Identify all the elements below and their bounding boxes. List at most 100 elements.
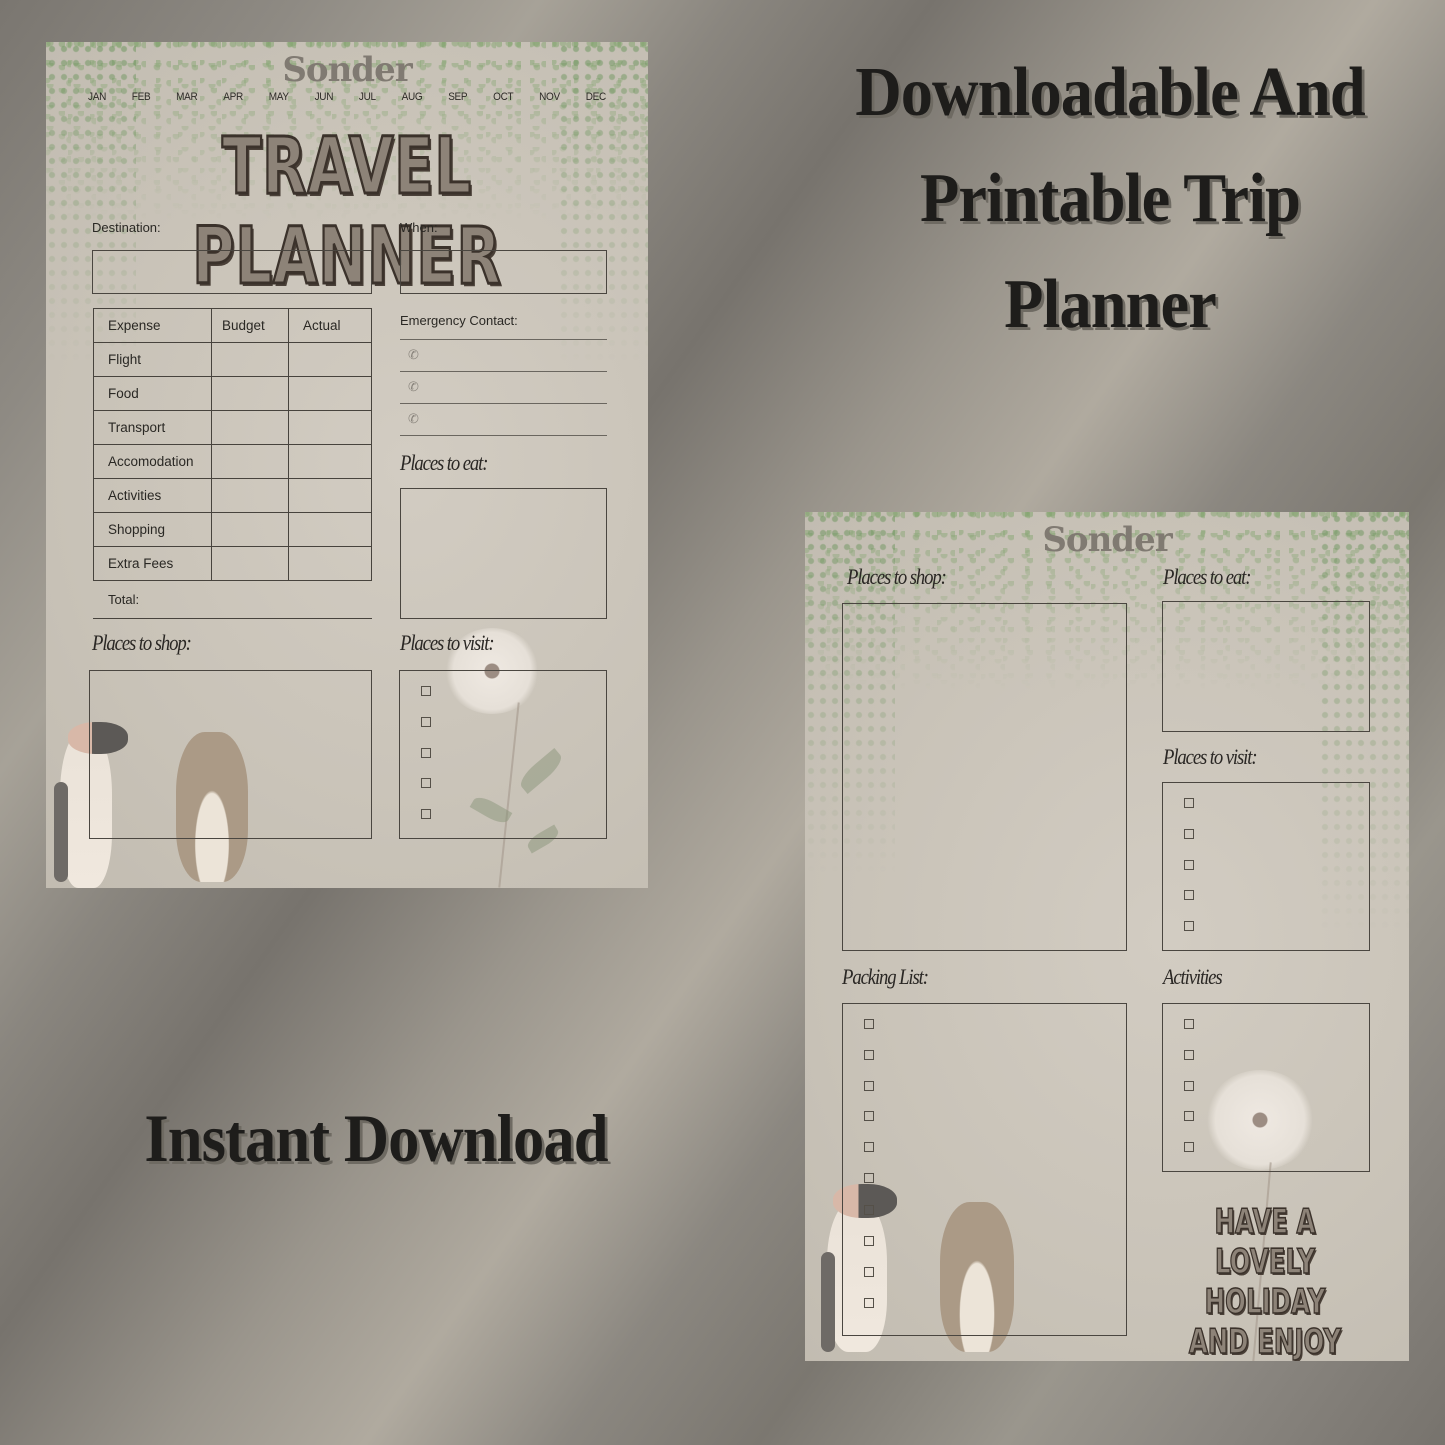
checkbox[interactable]: [864, 1111, 874, 1121]
budget-cell[interactable]: [211, 512, 289, 547]
phone-icon: ✆: [408, 411, 419, 426]
phone-icon: ✆: [408, 379, 419, 394]
column-header-budget: Budget: [211, 308, 289, 343]
checkbox[interactable]: [1184, 1019, 1194, 1029]
checkbox[interactable]: [1184, 1111, 1194, 1121]
table-header-row: Expense Budget Actual: [93, 308, 372, 343]
month-label[interactable]: AUG: [402, 91, 423, 103]
table-row: Activities: [93, 478, 372, 513]
checkbox[interactable]: [864, 1205, 874, 1215]
places-to-eat-field[interactable]: [400, 488, 607, 619]
checkbox[interactable]: [1184, 860, 1194, 870]
places-to-eat-field[interactable]: [1162, 601, 1370, 732]
expense-name: Food: [93, 376, 212, 411]
month-label[interactable]: JAN: [88, 91, 106, 103]
activities-label: Activities: [1163, 964, 1223, 989]
headline: Downloadable And Printable Trip Planner: [816, 40, 1405, 358]
checkbox[interactable]: [864, 1173, 874, 1183]
month-label[interactable]: JUN: [315, 91, 334, 103]
table-row: Accomodation: [93, 444, 372, 479]
actual-cell[interactable]: [288, 376, 372, 411]
checkbox[interactable]: [864, 1050, 874, 1060]
total-label: Total:: [108, 592, 140, 607]
checkbox[interactable]: [1184, 798, 1194, 808]
contact-line[interactable]: [400, 403, 607, 404]
checkbox[interactable]: [421, 686, 431, 696]
expense-name: Transport: [93, 410, 212, 445]
checkbox[interactable]: [864, 1298, 874, 1308]
checkbox[interactable]: [1184, 921, 1194, 931]
checkbox[interactable]: [864, 1142, 874, 1152]
actual-cell[interactable]: [288, 546, 372, 581]
checkbox[interactable]: [421, 717, 431, 727]
contact-line[interactable]: [400, 435, 607, 436]
budget-cell[interactable]: [211, 342, 289, 377]
expense-name: Extra Fees: [93, 546, 212, 581]
brand-logo: Sonder: [1042, 520, 1172, 560]
expense-name: Flight: [93, 342, 212, 377]
month-label[interactable]: MAY: [269, 91, 289, 103]
destination-field[interactable]: [92, 250, 372, 294]
emergency-contact-label: Emergency Contact:: [400, 313, 518, 328]
table-row: Food: [93, 376, 372, 411]
checkbox[interactable]: [864, 1081, 874, 1091]
month-label[interactable]: NOV: [539, 91, 560, 103]
month-label[interactable]: JUL: [359, 91, 376, 103]
table-row: Shopping: [93, 512, 372, 547]
budget-cell[interactable]: [211, 546, 289, 581]
expense-name: Accomodation: [93, 444, 212, 479]
phone-icon: ✆: [408, 347, 419, 362]
when-field[interactable]: [400, 250, 607, 294]
greeting-text: HAVE A LOVELY HOLIDAY AND ENJOY IT!: [1171, 1201, 1358, 1361]
brand-logo: Sonder: [282, 50, 412, 90]
actual-cell[interactable]: [288, 410, 372, 445]
destination-label: Destination:: [92, 220, 161, 235]
actual-cell[interactable]: [288, 342, 372, 377]
table-row: Extra Fees: [93, 546, 372, 581]
travel-planner-page-2: Sonder Places to shop: Places to eat: Pl…: [805, 512, 1409, 1361]
table-row: Flight: [93, 342, 372, 377]
when-label: When:: [400, 220, 438, 235]
month-label[interactable]: DEC: [586, 91, 607, 103]
places-to-eat-label: Places to eat:: [1163, 564, 1251, 589]
greeting-line-1: HAVE A: [1214, 1201, 1316, 1243]
checkbox[interactable]: [1184, 829, 1194, 839]
places-to-shop-field[interactable]: [89, 670, 372, 839]
checkbox[interactable]: [421, 748, 431, 758]
expense-name: Shopping: [93, 512, 212, 547]
headline-line-1: Downloadable And: [855, 54, 1366, 131]
checkbox[interactable]: [1184, 890, 1194, 900]
contact-line[interactable]: [400, 371, 607, 372]
month-label[interactable]: MAR: [176, 91, 198, 103]
places-to-shop-field[interactable]: [842, 603, 1127, 951]
checkbox[interactable]: [864, 1267, 874, 1277]
month-label[interactable]: SEP: [448, 91, 467, 103]
greeting-line-2: LOVELY HOLIDAY: [1204, 1241, 1326, 1323]
checkbox[interactable]: [864, 1019, 874, 1029]
month-label[interactable]: FEB: [132, 91, 151, 103]
divider: [400, 339, 607, 340]
budget-cell[interactable]: [211, 410, 289, 445]
total-line[interactable]: [93, 618, 372, 619]
places-to-eat-label: Places to eat:: [400, 450, 488, 475]
headline-line-3: Planner: [1004, 266, 1217, 343]
budget-cell[interactable]: [211, 444, 289, 479]
actual-cell[interactable]: [288, 512, 372, 547]
places-to-visit-label: Places to visit:: [400, 630, 495, 655]
month-label[interactable]: OCT: [493, 91, 514, 103]
checkbox[interactable]: [1184, 1081, 1194, 1091]
column-header-expense: Expense: [93, 308, 212, 343]
checkbox[interactable]: [864, 1236, 874, 1246]
month-label[interactable]: APR: [223, 91, 243, 103]
checkbox[interactable]: [1184, 1142, 1194, 1152]
budget-cell[interactable]: [211, 376, 289, 411]
actual-cell[interactable]: [288, 478, 372, 513]
checkbox[interactable]: [421, 778, 431, 788]
checkbox[interactable]: [1184, 1050, 1194, 1060]
places-to-shop-label: Places to shop:: [847, 564, 947, 589]
budget-cell[interactable]: [211, 478, 289, 513]
places-to-shop-label: Places to shop:: [92, 630, 192, 655]
actual-cell[interactable]: [288, 444, 372, 479]
checkbox[interactable]: [421, 809, 431, 819]
expense-name: Activities: [93, 478, 212, 513]
